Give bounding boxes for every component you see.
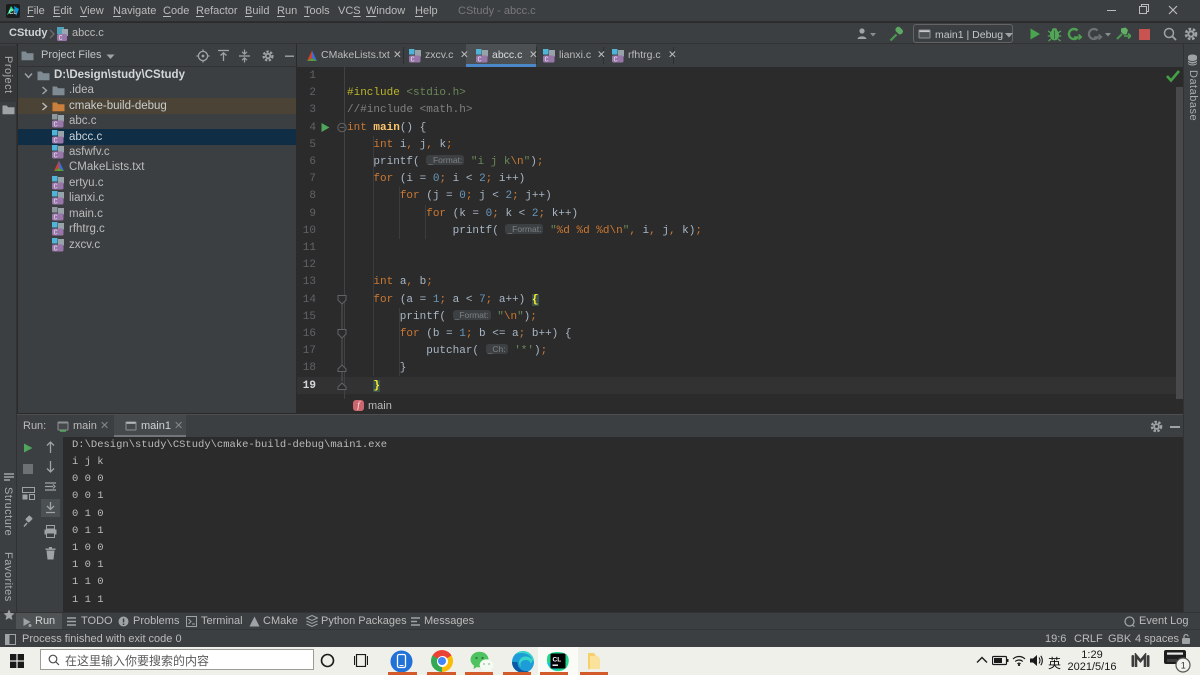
svg-text:C: C [54,122,58,129]
svg-text:C: C [54,230,58,237]
svg-text:C: C [478,57,482,64]
svg-text:C: C [411,57,415,64]
svg-text:C: C [54,199,58,206]
svg-text:C: C [614,57,618,64]
svg-text:1: 1 [1181,661,1186,671]
svg-text:C: C [59,35,63,41]
svg-text:CL: CL [9,10,17,16]
svg-text:CL: CL [553,657,562,664]
svg-text:C: C [545,57,549,64]
svg-text:C: C [54,246,58,253]
